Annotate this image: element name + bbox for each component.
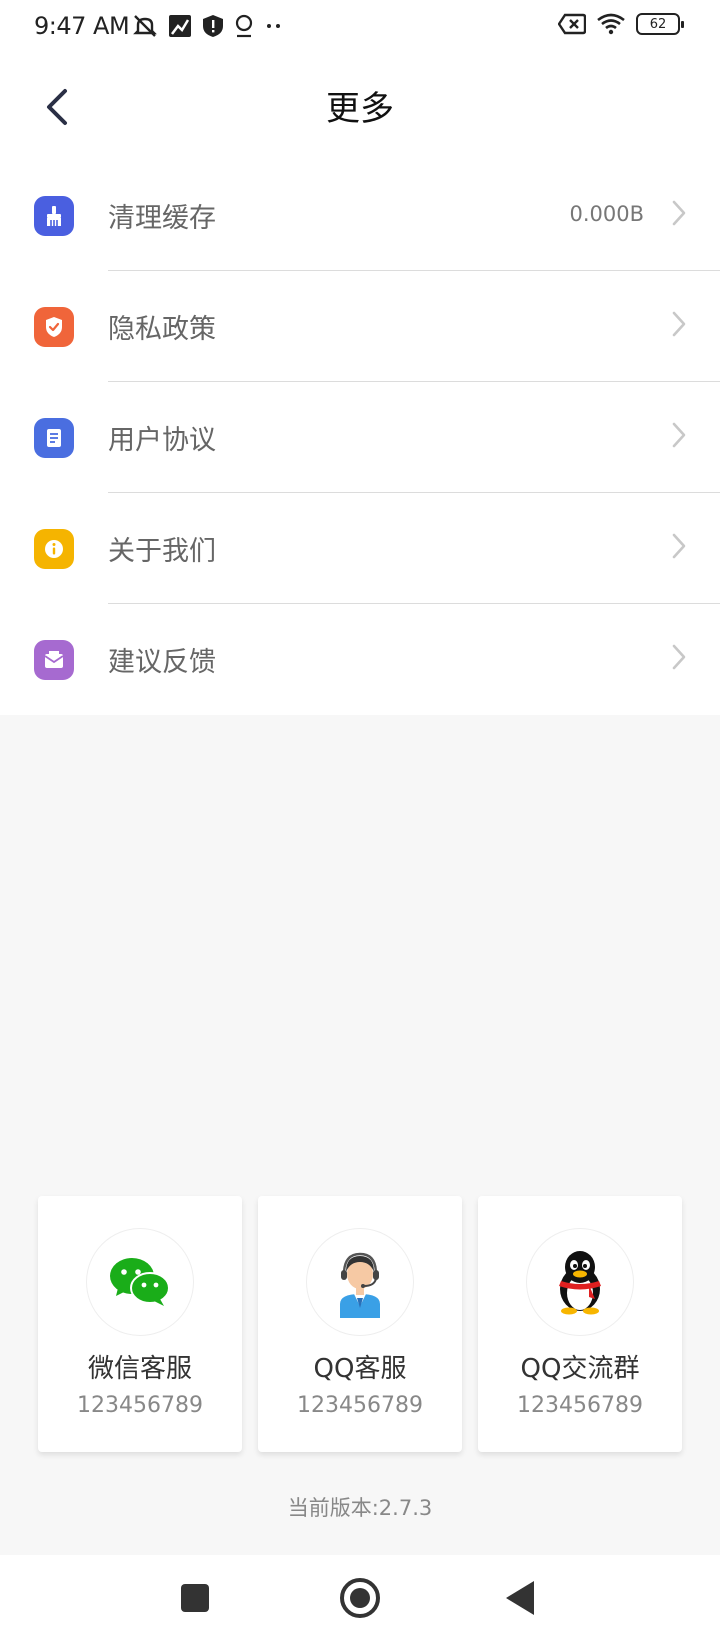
- status-left-icons: [132, 13, 284, 39]
- contact-cards: 微信客服 123456789 QQ客服 123456789 QQ交流群 1234…: [38, 1196, 683, 1452]
- wechat-icon: [86, 1228, 194, 1336]
- qq-penguin-icon: [526, 1228, 634, 1336]
- menu-item-feedback[interactable]: 建议反馈: [0, 604, 720, 715]
- menu-item-label: 建议反馈: [108, 647, 216, 678]
- menu-item-label: 用户协议: [108, 425, 216, 456]
- version-text: 当前版本:2.7.3: [287, 1496, 433, 1520]
- contact-name: QQ交流群: [520, 1354, 640, 1384]
- battery-level: 62: [649, 16, 667, 32]
- document-icon: [34, 418, 74, 458]
- system-back-button[interactable]: [506, 1581, 534, 1615]
- contact-card-qq-group[interactable]: QQ交流群 123456789: [478, 1196, 682, 1452]
- muted-bell-icon: [133, 15, 157, 37]
- contact-number: 123456789: [77, 1393, 203, 1418]
- menu-item-label: 隐私政策: [108, 314, 216, 345]
- contact-name: 微信客服: [87, 1354, 192, 1384]
- home-button[interactable]: [340, 1578, 380, 1618]
- broom-icon: [34, 196, 74, 236]
- menu-item-user-agreement[interactable]: 用户协议: [0, 382, 720, 493]
- contact-card-wechat[interactable]: 微信客服 123456789: [38, 1196, 242, 1452]
- menu-item-label: 清理缓存: [108, 203, 216, 234]
- info-icon: [34, 529, 74, 569]
- status-right-icons: 62: [558, 13, 684, 35]
- chevron-right-icon: [672, 311, 686, 337]
- battery-indicator: 62: [636, 13, 684, 35]
- chevron-right-icon: [672, 422, 686, 448]
- mail-icon: [34, 640, 74, 680]
- cache-size-value: 0.000B: [569, 202, 644, 226]
- status-bar: 9:47 AM 62: [0, 0, 720, 55]
- more-dots-icon: [267, 24, 280, 28]
- contact-name: QQ客服: [313, 1354, 407, 1384]
- customer-service-agent-icon: [306, 1228, 414, 1336]
- no-sim-icon: [558, 13, 586, 35]
- menu-item-label: 关于我们: [108, 536, 216, 567]
- menu-list: 清理缓存 0.000B 隐私政策 用户协议 关于我们 建议反馈: [0, 160, 720, 715]
- wifi-icon: [597, 13, 625, 35]
- menu-item-privacy-policy[interactable]: 隐私政策: [0, 271, 720, 382]
- menu-item-clear-cache[interactable]: 清理缓存 0.000B: [0, 160, 720, 271]
- chevron-right-icon: [672, 644, 686, 670]
- recent-apps-button[interactable]: [181, 1584, 209, 1612]
- status-time: 9:47 AM: [34, 12, 130, 40]
- photo-app-icon: [169, 15, 191, 37]
- page-title: 更多: [326, 89, 394, 129]
- shield-alert-icon: [203, 15, 223, 37]
- contact-card-qq-service[interactable]: QQ客服 123456789: [258, 1196, 462, 1452]
- menu-item-about-us[interactable]: 关于我们: [0, 493, 720, 604]
- chevron-right-icon: [672, 533, 686, 559]
- header: 更多: [0, 55, 720, 160]
- system-nav-bar: [0, 1555, 720, 1650]
- location-pin-icon: [235, 14, 253, 38]
- chevron-right-icon: [672, 200, 686, 226]
- shield-check-icon: [34, 307, 74, 347]
- contact-number: 123456789: [517, 1393, 643, 1418]
- contact-number: 123456789: [297, 1393, 423, 1418]
